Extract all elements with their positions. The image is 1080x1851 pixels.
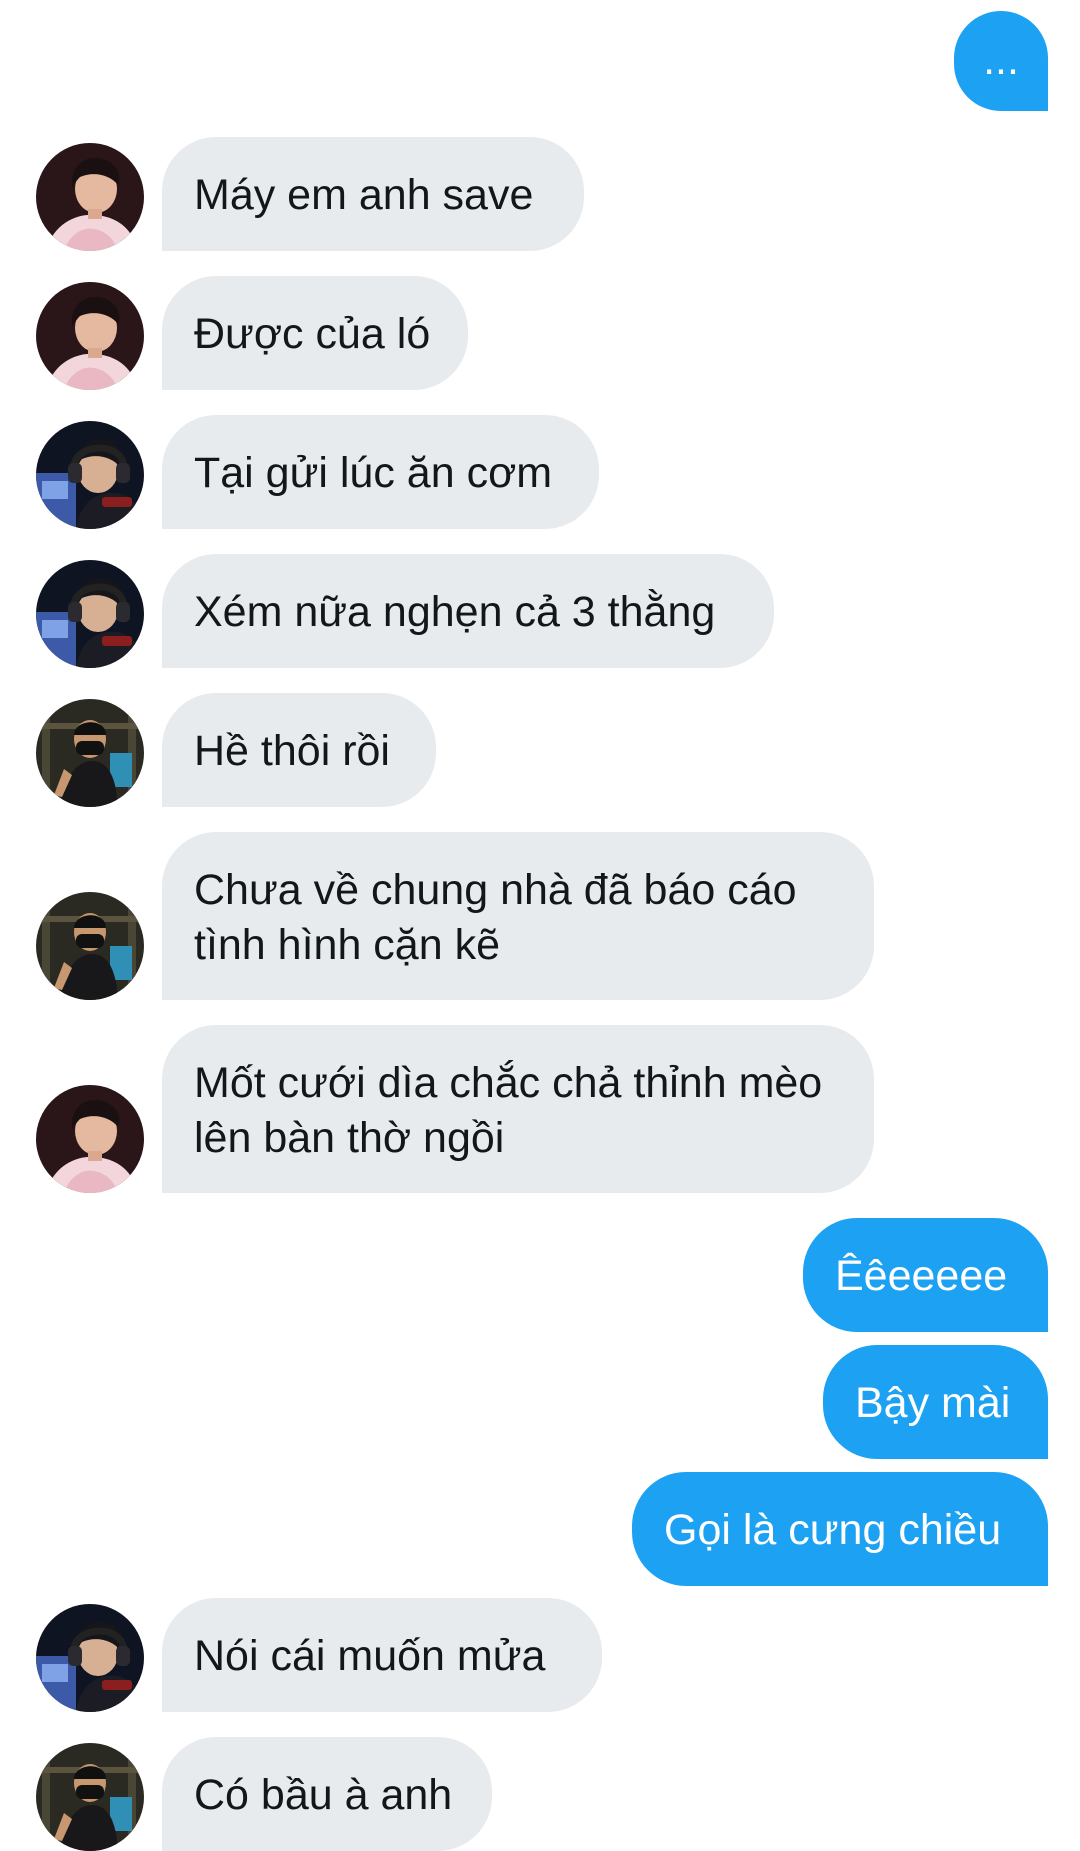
message-row-outgoing: Bậy mài: [0, 1345, 1080, 1459]
sender-avatar[interactable]: [36, 560, 144, 668]
conversation-screen: { "colors": { "incoming_bubble": "#e8ebe…: [0, 0, 1080, 1851]
message-bubble-outgoing[interactable]: Êêeeeee: [803, 1218, 1048, 1332]
message-bubble-incoming[interactable]: Chưa về chung nhà đã báo cáo tình hình c…: [162, 832, 874, 1000]
message-bubble-incoming[interactable]: Có bầu à anh: [162, 1737, 492, 1851]
message-bubble-outgoing[interactable]: Gọi là cưng chiều: [632, 1472, 1048, 1586]
message-bubble-incoming[interactable]: Nói cái muốn mửa: [162, 1598, 602, 1712]
sender-avatar[interactable]: [36, 892, 144, 1000]
message-row-incoming: Nói cái muốn mửa: [0, 1598, 1080, 1712]
message-row-outgoing: Êêeeeee: [0, 1218, 1080, 1332]
message-row-incoming: Hề thôi rồi: [0, 693, 1080, 807]
sender-avatar[interactable]: [36, 421, 144, 529]
sender-avatar[interactable]: [36, 282, 144, 390]
message-bubble-incoming[interactable]: Được của ló: [162, 276, 468, 390]
sender-avatar[interactable]: [36, 699, 144, 807]
message-row-incoming: Xém nữa nghẹn cả 3 thằng: [0, 554, 1080, 668]
sender-avatar[interactable]: [36, 1085, 144, 1193]
sender-avatar[interactable]: [36, 1743, 144, 1851]
message-row-outgoing: Gọi là cưng chiều: [0, 1472, 1080, 1586]
message-bubble-incoming[interactable]: Máy em anh save: [162, 137, 584, 251]
message-bubble-incoming[interactable]: Tại gửi lúc ăn cơm: [162, 415, 599, 529]
message-row-incoming: Tại gửi lúc ăn cơm: [0, 415, 1080, 529]
message-row-incoming: Mốt cưới dìa chắc chả thỉnh mèo lên bàn …: [0, 1025, 1080, 1193]
message-row-incoming: Máy em anh save: [0, 137, 1080, 251]
message-bubble-outgoing[interactable]: ...: [954, 11, 1048, 111]
sender-avatar[interactable]: [36, 1604, 144, 1712]
message-row-incoming: Chưa về chung nhà đã báo cáo tình hình c…: [0, 832, 1080, 1000]
message-row-incoming: Có bầu à anh: [0, 1737, 1080, 1851]
message-bubble-incoming[interactable]: Mốt cưới dìa chắc chả thỉnh mèo lên bàn …: [162, 1025, 874, 1193]
message-row-incoming: Được của ló: [0, 276, 1080, 390]
sender-avatar[interactable]: [36, 143, 144, 251]
message-row-outgoing: ...: [0, 11, 1080, 111]
message-bubble-outgoing[interactable]: Bậy mài: [823, 1345, 1048, 1459]
message-bubble-incoming[interactable]: Hề thôi rồi: [162, 693, 436, 807]
message-bubble-incoming[interactable]: Xém nữa nghẹn cả 3 thằng: [162, 554, 774, 668]
